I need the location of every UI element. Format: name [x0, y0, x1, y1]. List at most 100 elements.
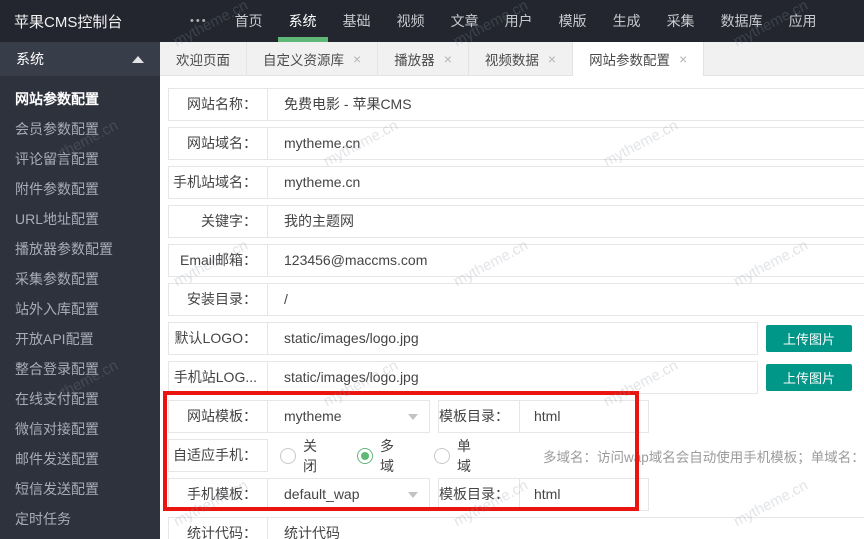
mobile-template-select[interactable]: default_wap: [268, 478, 430, 511]
sidebar-item-open-api-config[interactable]: 开放API配置: [0, 324, 160, 354]
tab-label: 播放器: [394, 52, 435, 68]
site-template-label: 网站模板：: [168, 400, 268, 433]
nav-item-generate[interactable]: 生成: [600, 0, 654, 42]
keywords-row: 关键字： 我的主题网: [168, 205, 864, 238]
tab-player[interactable]: 播放器 ×: [378, 42, 469, 75]
stats-code-input[interactable]: 统计代码: [268, 517, 864, 539]
tab-label: 自定义资源库: [263, 52, 344, 68]
radio-option-close[interactable]: 关闭: [280, 436, 317, 476]
chevron-down-icon: [408, 414, 418, 420]
install-dir-input[interactable]: /: [268, 283, 864, 316]
form-panel: 网站名称： 免费电影 - 苹果CMS 网站域名： mytheme.cn 手机站域…: [160, 76, 864, 539]
site-template-value: mytheme: [284, 408, 342, 424]
sidebar: 系统 网站参数配置 会员参数配置 评论留言配置 附件参数配置 URL地址配置 播…: [0, 42, 160, 539]
radio-option-single-domain[interactable]: 单域: [434, 436, 471, 476]
default-logo-input[interactable]: static/images/logo.jpg: [268, 322, 758, 355]
radio-icon[interactable]: [280, 447, 296, 464]
nav-item-video[interactable]: 视频: [384, 0, 438, 42]
sidebar-item-cron-task[interactable]: 定时任务: [0, 504, 160, 534]
stats-code-label: 统计代码：: [168, 517, 268, 539]
nav-item-user[interactable]: 用户: [492, 0, 546, 42]
sidebar-item-player-config[interactable]: 播放器参数配置: [0, 234, 160, 264]
close-icon[interactable]: ×: [353, 52, 361, 66]
site-name-input[interactable]: 免费电影 - 苹果CMS: [268, 88, 864, 121]
more-menu-icon[interactable]: •••: [190, 15, 208, 27]
chevron-down-icon: [408, 492, 418, 498]
email-label: Email邮箱：: [168, 244, 268, 277]
radio-checked-icon[interactable]: [357, 447, 373, 464]
sidebar-item-attachment-config[interactable]: 附件参数配置: [0, 174, 160, 204]
tab-bar: 欢迎页面 自定义资源库 × 播放器 × 视频数据 × 网站参数配置 ×: [160, 42, 864, 76]
nav-item-collect[interactable]: 采集: [654, 0, 708, 42]
default-logo-row: 默认LOGO： static/images/logo.jpg 上传图片: [168, 322, 864, 355]
mobile-template-label: 手机模板：: [168, 478, 268, 511]
sidebar-item-wechat-config[interactable]: 微信对接配置: [0, 414, 160, 444]
mobile-domain-input[interactable]: mytheme.cn: [268, 166, 864, 199]
tab-label: 欢迎页面: [176, 52, 230, 68]
tab-custom-resource[interactable]: 自定义资源库 ×: [247, 42, 379, 75]
upload-image-button[interactable]: 上传图片: [766, 325, 852, 352]
nav-item-database[interactable]: 数据库: [708, 0, 776, 42]
mobile-logo-input[interactable]: static/images/logo.jpg: [268, 361, 758, 394]
tab-label: 网站参数配置: [589, 53, 671, 68]
site-domain-row: 网站域名： mytheme.cn: [168, 127, 864, 160]
site-template-row: 网站模板： mytheme 模板目录： html: [168, 400, 864, 433]
close-icon[interactable]: ×: [548, 52, 556, 66]
radio-option-label: 关闭: [303, 437, 317, 474]
tab-site-config[interactable]: 网站参数配置 ×: [573, 42, 705, 76]
site-domain-input[interactable]: mytheme.cn: [268, 127, 864, 160]
template-dir-input[interactable]: html: [520, 400, 649, 433]
email-input[interactable]: 123456@maccms.com: [268, 244, 864, 277]
mobile-template-row: 手机模板： default_wap 模板目录： html: [168, 478, 864, 511]
tab-welcome[interactable]: 欢迎页面: [160, 42, 247, 75]
keywords-label: 关键字：: [168, 205, 268, 238]
keywords-input[interactable]: 我的主题网: [268, 205, 864, 238]
sidebar-group-system[interactable]: 系统: [0, 42, 160, 76]
sidebar-item-member-config[interactable]: 会员参数配置: [0, 114, 160, 144]
nav-item-article[interactable]: 文章: [438, 0, 492, 42]
template-dir-input[interactable]: html: [520, 478, 649, 511]
sidebar-item-payment-config[interactable]: 在线支付配置: [0, 384, 160, 414]
sidebar-item-collect-config[interactable]: 采集参数配置: [0, 264, 160, 294]
adaptive-options: 关闭 多域 单域 多域名：访问wap域名会自动使用手机模板；单域名：手机访问会: [268, 438, 864, 474]
sidebar-item-login-config[interactable]: 整合登录配置: [0, 354, 160, 384]
sidebar-item-site-config[interactable]: 网站参数配置: [0, 84, 160, 114]
sidebar-group-label: 系统: [16, 51, 44, 67]
sidebar-item-email-config[interactable]: 邮件发送配置: [0, 444, 160, 474]
sidebar-item-comment-config[interactable]: 评论留言配置: [0, 144, 160, 174]
app-title: 苹果CMS控制台: [14, 13, 123, 31]
close-icon[interactable]: ×: [679, 52, 687, 66]
sidebar-menu: 网站参数配置 会员参数配置 评论留言配置 附件参数配置 URL地址配置 播放器参…: [0, 76, 160, 534]
email-row: Email邮箱： 123456@maccms.com: [168, 244, 864, 277]
mobile-logo-row: 手机站LOG... static/images/logo.jpg 上传图片: [168, 361, 864, 394]
site-name-label: 网站名称：: [168, 88, 268, 121]
site-name-row: 网站名称： 免费电影 - 苹果CMS: [168, 88, 864, 121]
nav-item-system[interactable]: 系统: [276, 0, 330, 42]
site-domain-label: 网站域名：: [168, 127, 268, 160]
sidebar-item-external-store-config[interactable]: 站外入库配置: [0, 294, 160, 324]
radio-option-multi-domain[interactable]: 多域: [357, 436, 394, 476]
install-dir-label: 安装目录：: [168, 283, 268, 316]
install-dir-row: 安装目录： /: [168, 283, 864, 316]
sidebar-item-url-config[interactable]: URL地址配置: [0, 204, 160, 234]
nav-item-home[interactable]: 首页: [222, 0, 276, 42]
tab-video-data[interactable]: 视频数据 ×: [469, 42, 574, 75]
site-template-select[interactable]: mytheme: [268, 400, 430, 433]
radio-option-label: 多域: [380, 437, 394, 474]
stats-code-row: 统计代码： 统计代码: [168, 517, 864, 539]
tab-label: 视频数据: [484, 52, 539, 68]
nav-item-basic[interactable]: 基础: [330, 0, 384, 42]
top-navigation: 首页 系统 基础 视频 文章 用户 模版 生成 采集 数据库 应用: [222, 0, 830, 42]
upload-image-button[interactable]: 上传图片: [766, 364, 852, 391]
adaptive-mobile-row: 自适应手机： 关闭 多域 单域 多域名：访问wap域名会自动使用手机模板；单域名: [168, 438, 864, 474]
sidebar-item-sms-config[interactable]: 短信发送配置: [0, 474, 160, 504]
mobile-template-value: default_wap: [284, 486, 360, 502]
radio-icon[interactable]: [434, 447, 450, 464]
nav-item-app[interactable]: 应用: [776, 0, 830, 42]
mobile-logo-label: 手机站LOG...: [168, 361, 268, 394]
close-icon[interactable]: ×: [444, 52, 452, 66]
adaptive-hint-text: 多域名：访问wap域名会自动使用手机模板；单域名：手机访问会: [543, 449, 864, 465]
nav-item-template[interactable]: 模版: [546, 0, 600, 42]
adaptive-mobile-label: 自适应手机：: [168, 439, 268, 472]
template-dir-label: 模板目录：: [438, 400, 520, 433]
